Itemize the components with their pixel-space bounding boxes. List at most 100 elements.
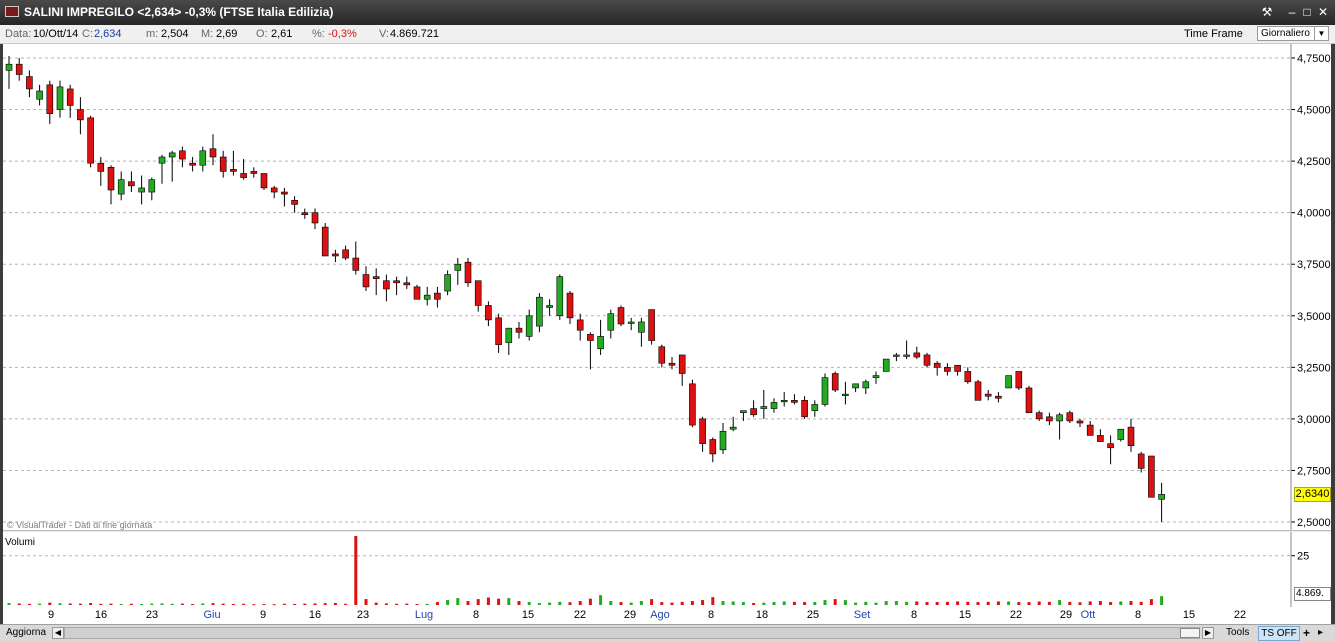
candle-down [209, 148, 217, 158]
chevron-down-icon[interactable]: ▼ [1314, 27, 1328, 40]
candle-up [117, 179, 125, 195]
candle-up [760, 406, 768, 409]
volume-bar [884, 601, 888, 605]
candle-down [495, 317, 502, 345]
candle-down [219, 156, 227, 172]
candle-up [505, 327, 513, 343]
volume-tick-label: 25 [1297, 551, 1309, 563]
candle-up [852, 383, 859, 389]
current-volume-badge: 4.869. [1294, 587, 1331, 601]
volume-bar [721, 601, 725, 605]
candle [454, 258, 462, 285]
candle [434, 286, 441, 308]
candle [362, 266, 370, 292]
candle [199, 146, 207, 172]
volume-bar [150, 603, 154, 605]
candle-down [66, 88, 74, 106]
volume-bar [7, 603, 11, 605]
scroll-right-icon[interactable]: ▶ [1202, 627, 1214, 639]
x-tick-label: 9 [259, 609, 267, 621]
scroll-track[interactable] [64, 627, 1200, 639]
add-button[interactable]: + [1303, 626, 1310, 640]
volume-bar [1109, 602, 1113, 605]
volume-bar [27, 603, 31, 605]
volume-bar [272, 604, 276, 606]
candle [168, 150, 176, 182]
candle-down [984, 393, 992, 397]
candle [87, 115, 94, 168]
refresh-button[interactable]: Aggiorna [6, 627, 46, 638]
candle-down [128, 181, 135, 187]
candle [1056, 412, 1063, 440]
candle-down [709, 439, 717, 455]
x-tick-label: 9 [47, 609, 55, 621]
candle-down [77, 109, 84, 121]
candle-up [770, 402, 778, 409]
volume-bar [690, 601, 694, 605]
maximize-button[interactable]: □ [1300, 4, 1314, 20]
candle [984, 390, 992, 401]
menu-arrow-icon[interactable]: ▸ [1318, 627, 1323, 638]
candle-up [893, 354, 900, 357]
candle-down [1107, 443, 1114, 449]
volume-chart[interactable]: 25 [3, 532, 1331, 607]
volume-bar [1068, 601, 1072, 605]
candle [1148, 455, 1155, 498]
date-label: Data: [5, 28, 32, 40]
candle-down [1127, 426, 1135, 446]
scroll-thumb[interactable] [1180, 628, 1200, 638]
candle-up [842, 393, 849, 396]
volume-bar [507, 598, 511, 605]
minimize-button[interactable]: – [1285, 4, 1299, 20]
candle [189, 156, 196, 172]
timeframe-select[interactable]: Giornaliero ▼ [1257, 26, 1329, 41]
tools-button[interactable]: Tools [1226, 627, 1249, 638]
volume-bar [1098, 601, 1102, 605]
x-tick-label: Ott [1080, 609, 1096, 621]
candle [913, 346, 921, 360]
pct-label: %: [312, 28, 325, 40]
volume-bar [497, 598, 501, 605]
candle [699, 416, 706, 452]
candle-down [699, 418, 706, 444]
price-tick-label: 2,5000 [1297, 517, 1331, 529]
scroll-left-icon[interactable]: ◀ [52, 627, 64, 639]
bottom-bar: Aggiorna ◀ ▶ Tools TS OFF + ▸ [0, 624, 1335, 642]
candle-down [189, 162, 196, 166]
volume-bar [303, 603, 307, 605]
tools-icon[interactable]: ⚒ [1260, 4, 1274, 20]
right-border [1331, 44, 1335, 624]
price-chart[interactable]: 2,5000 2,7500 3,0000 3,2500 3,5000 3,7500 4,00… [3, 44, 1331, 530]
candle-down [1148, 455, 1155, 498]
candle-down [464, 261, 472, 284]
candle-down [393, 280, 400, 284]
volume-bar [293, 604, 297, 606]
candle [321, 222, 329, 257]
candle [117, 171, 125, 201]
ts-off-button[interactable]: TS OFF [1258, 626, 1300, 641]
candle [791, 394, 798, 405]
volume-bar [262, 604, 266, 606]
candle [882, 358, 890, 372]
candle [1117, 428, 1125, 442]
candle-down [1046, 416, 1053, 422]
volume-bar [160, 603, 164, 605]
candle-down [1086, 424, 1094, 436]
candle-up [597, 336, 604, 350]
close-button[interactable]: ✕ [1316, 4, 1330, 20]
candle-up [423, 294, 431, 300]
candle-down [1015, 371, 1023, 389]
candle [1046, 412, 1053, 426]
candle-down [923, 354, 931, 366]
candle-down [964, 371, 972, 383]
candle-down [301, 212, 309, 216]
volume-bar [782, 601, 786, 605]
volume-bar [425, 603, 429, 605]
candle-down [97, 162, 105, 172]
candle-up [444, 274, 451, 292]
candle-down [291, 199, 298, 205]
date-value: 10/Ott/14 [33, 28, 79, 40]
x-tick-label: 16 [308, 609, 322, 621]
candle [944, 363, 951, 376]
max-value: 2,69 [216, 28, 238, 40]
